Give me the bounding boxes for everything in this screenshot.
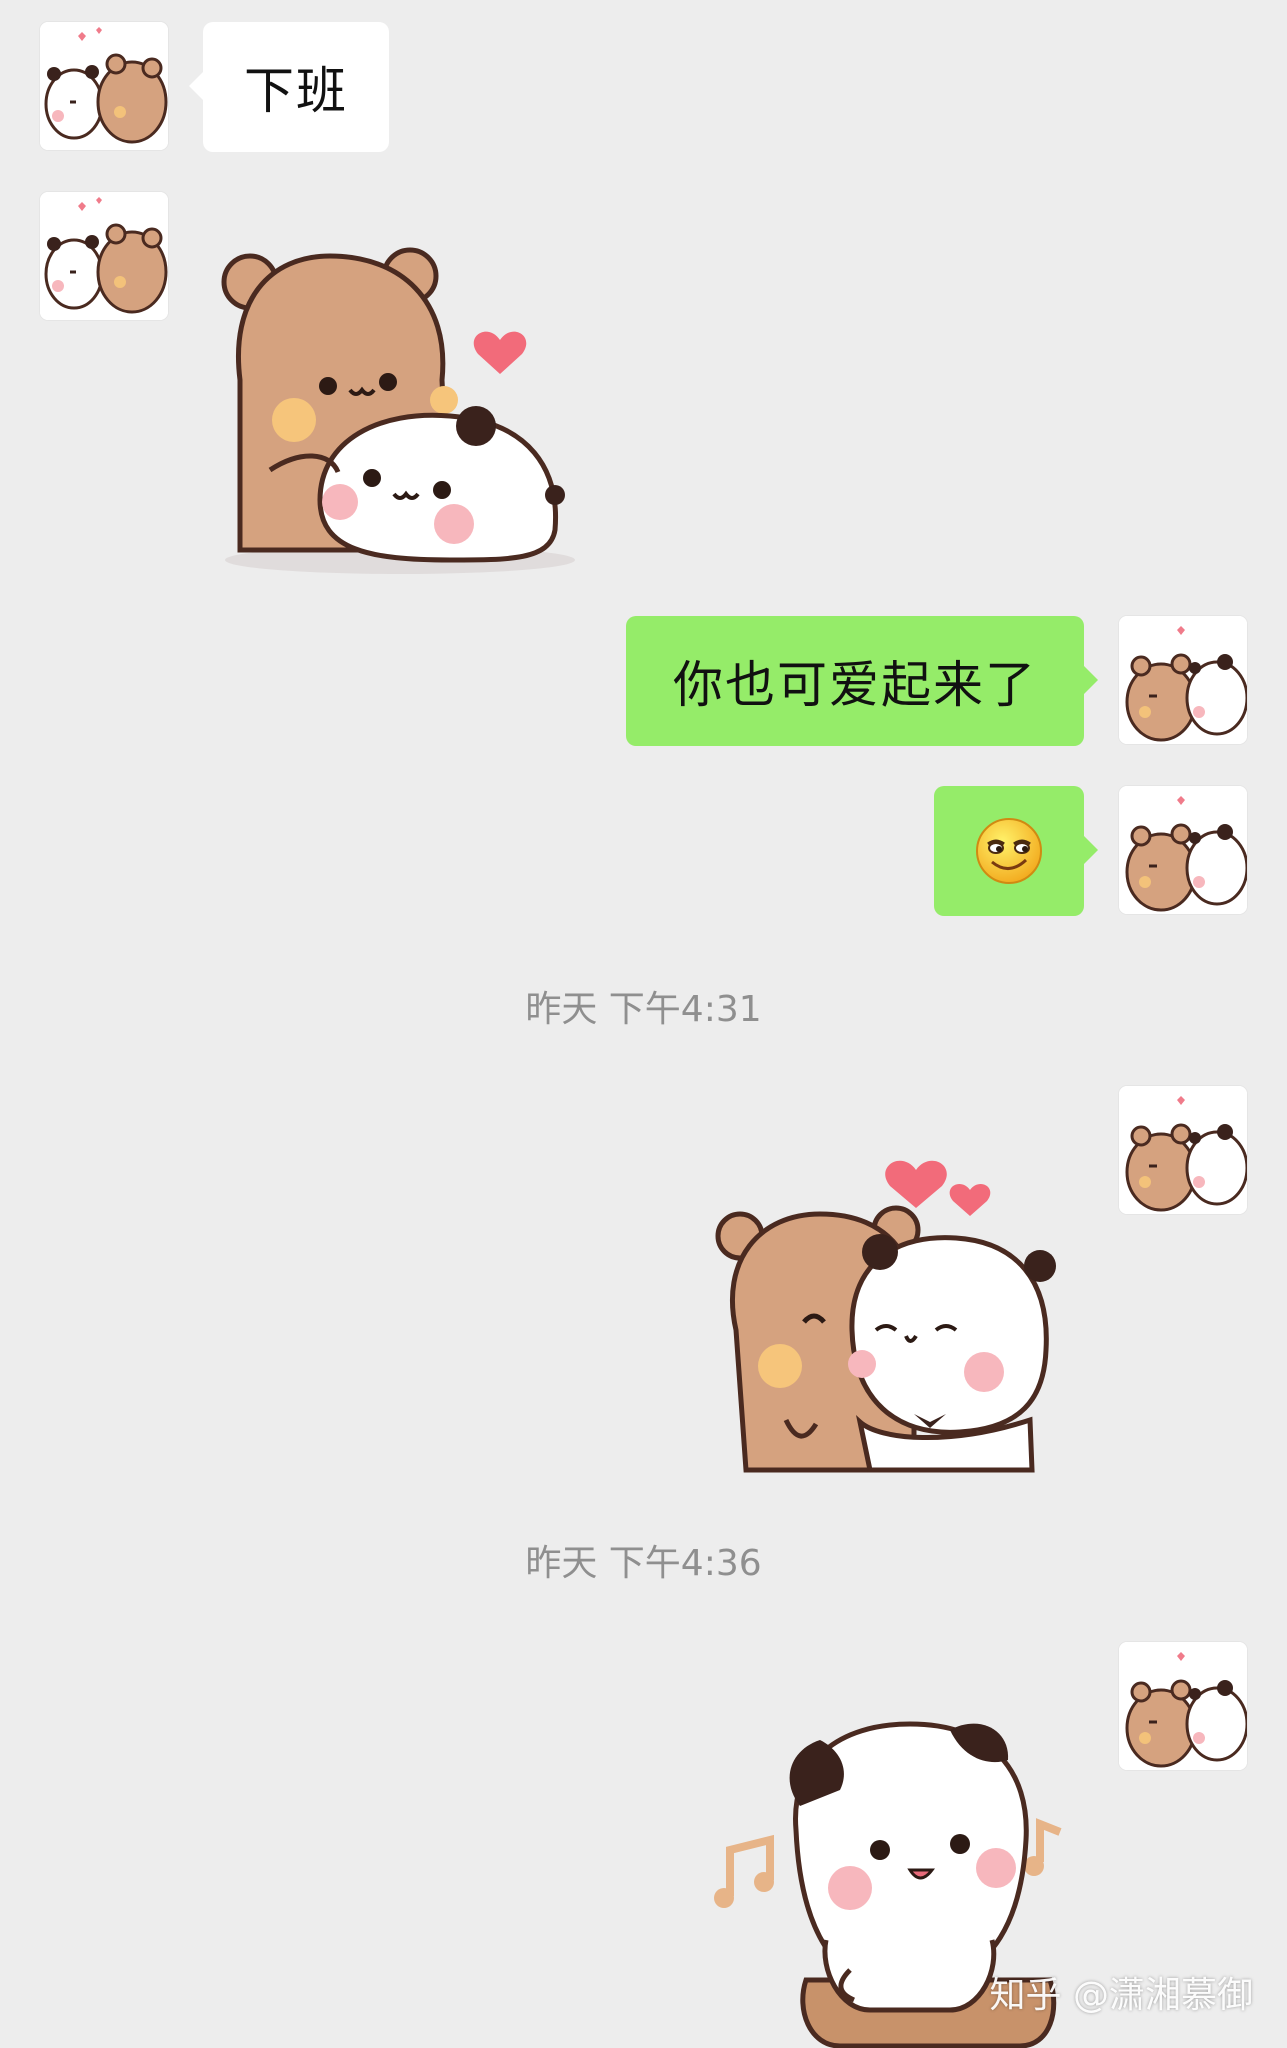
my-avatar[interactable] xyxy=(1119,1642,1247,1770)
bear-panda-avatar-icon xyxy=(1119,1642,1247,1770)
bear-and-panda-hearts-sticker[interactable] xyxy=(700,1150,1080,1480)
watermark-text: 知乎 @潇湘慕御 xyxy=(989,1975,1253,2016)
bear-hugging-panda-sticker[interactable] xyxy=(210,240,590,580)
contact-avatar[interactable] xyxy=(40,192,168,320)
message-text: 下班 xyxy=(244,62,348,120)
message-text: 你也可爱起来了 xyxy=(673,656,1037,714)
bear-panda-avatar-icon xyxy=(1119,616,1247,744)
my-avatar[interactable] xyxy=(1119,1086,1247,1214)
panda-bear-avatar-icon xyxy=(40,22,168,150)
bear-panda-avatar-icon xyxy=(1119,1086,1247,1214)
timestamp-label: 昨天 下午4:31 xyxy=(525,989,762,1030)
bear-panda-avatar-icon xyxy=(1119,786,1247,914)
smirk-emoji-icon xyxy=(976,818,1042,884)
incoming-message-bubble[interactable]: 下班 xyxy=(189,22,389,152)
contact-avatar[interactable] xyxy=(40,22,168,150)
my-avatar[interactable] xyxy=(1119,616,1247,744)
outgoing-message-bubble[interactable]: 你也可爱起来了 xyxy=(626,616,1098,746)
my-avatar[interactable] xyxy=(1119,786,1247,914)
panda-bear-avatar-icon xyxy=(40,192,168,320)
outgoing-emoji-bubble[interactable] xyxy=(934,786,1098,916)
timestamp-label: 昨天 下午4:36 xyxy=(525,1543,762,1584)
